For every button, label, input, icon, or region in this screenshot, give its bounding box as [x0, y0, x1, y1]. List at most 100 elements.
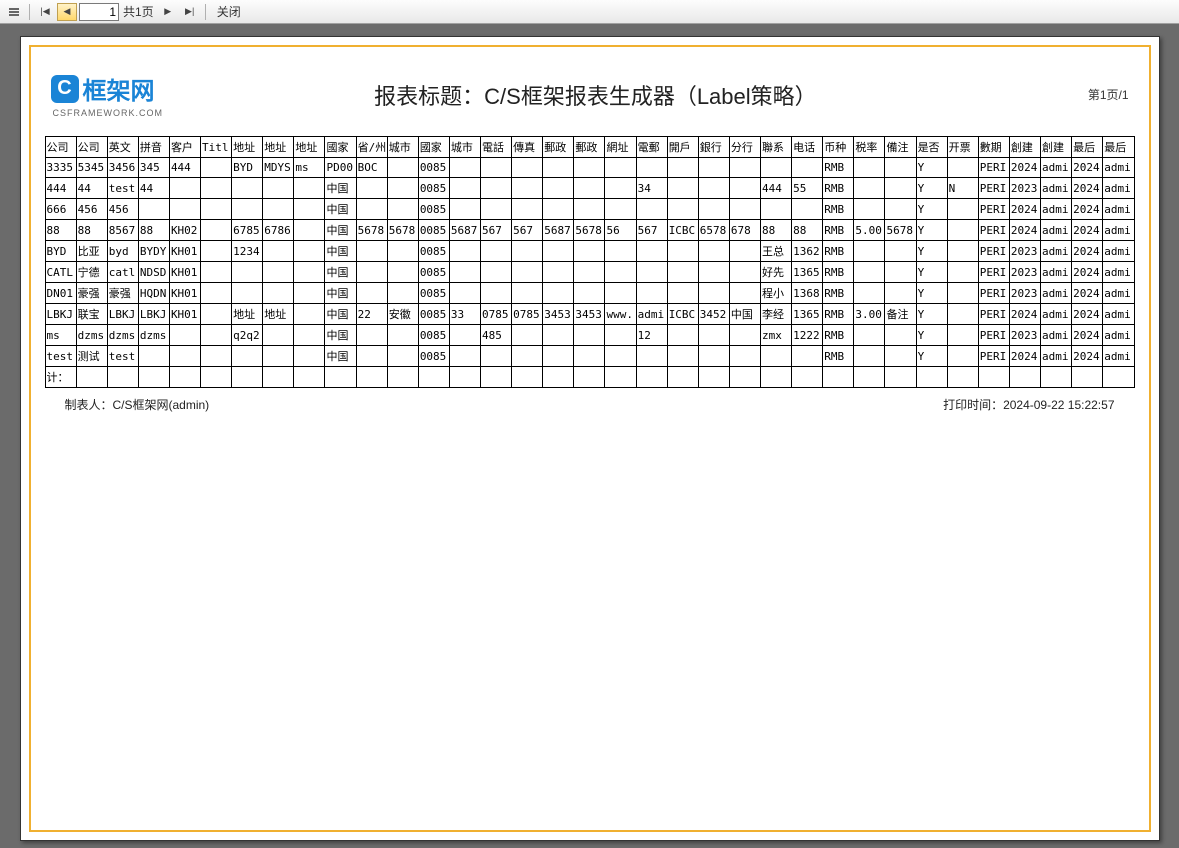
next-page-button[interactable]: ▶: [158, 3, 178, 21]
table-header-cell: 公司: [76, 137, 107, 158]
table-cell: [201, 367, 232, 388]
table-cell: admi: [1103, 304, 1134, 325]
table-cell: [605, 346, 636, 367]
next-icon: ▶: [164, 7, 171, 16]
table-row: DN01豪强豪强HQDNKH01中国0085程小1368RMBYPERI2023…: [45, 283, 1134, 304]
table-cell: [232, 346, 263, 367]
table-cell: [543, 346, 574, 367]
footer-print-time: 打印时间：2024-09-22 15:22:57: [943, 396, 1114, 413]
table-cell: [698, 262, 729, 283]
table-cell: [481, 199, 512, 220]
table-cell: RMB: [823, 325, 854, 346]
table-cell: 5678: [356, 220, 387, 241]
table-cell: dzms: [107, 325, 138, 346]
table-cell: KH01: [169, 241, 200, 262]
table-cell: [605, 241, 636, 262]
table-cell: [947, 262, 978, 283]
table-cell: LBKJ: [45, 304, 76, 325]
table-cell: 44: [76, 178, 107, 199]
toolbar-separator: [29, 4, 30, 20]
report-header: C 框架网 CSFRAMEWORK.COM 报表标题：C/S框架报表生成器（La…: [45, 71, 1135, 118]
table-cell: [294, 283, 325, 304]
prev-page-button[interactable]: ◀: [57, 3, 77, 21]
table-cell: [481, 241, 512, 262]
prev-icon: ◀: [64, 7, 71, 16]
table-cell: 55: [792, 178, 823, 199]
table-cell: [263, 283, 294, 304]
table-cell: 5678: [574, 220, 605, 241]
table-cell: [449, 367, 480, 388]
table-cell: 3453: [574, 304, 605, 325]
table-cell: [294, 346, 325, 367]
table-cell: 测试: [76, 346, 107, 367]
table-header-cell: 最后: [1103, 137, 1134, 158]
table-row: 8888856788KH0267856786中国5678567800855687…: [45, 220, 1134, 241]
table-cell: [201, 178, 232, 199]
table-cell: [729, 241, 760, 262]
table-cell: Y: [916, 325, 947, 346]
table-cell: [387, 158, 418, 178]
table-cell: test: [107, 346, 138, 367]
table-cell: 88: [761, 220, 792, 241]
table-cell: 备注: [885, 304, 916, 325]
table-cell: [263, 325, 294, 346]
table-cell: [761, 158, 792, 178]
table-cell: 1234: [232, 241, 263, 262]
table-cell: [636, 199, 667, 220]
table-cell: [232, 199, 263, 220]
table-cell: 中国: [325, 346, 356, 367]
table-cell: PERI: [978, 325, 1009, 346]
table-row: 333553453456345444BYDMDYSmsPD00BOC0085RM…: [45, 158, 1134, 178]
table-cell: [263, 367, 294, 388]
table-cell: [449, 325, 480, 346]
table-cell: [947, 304, 978, 325]
toggle-panel-button[interactable]: [4, 3, 24, 21]
table-cell: 李经: [761, 304, 792, 325]
table-cell: PERI: [978, 178, 1009, 199]
table-cell: [543, 241, 574, 262]
table-header-cell: 公司: [45, 137, 76, 158]
table-cell: [263, 199, 294, 220]
table-cell: [201, 158, 232, 178]
page-number-input[interactable]: [79, 3, 119, 21]
table-summary-row: 计：: [45, 367, 1134, 388]
close-button[interactable]: 关闭: [211, 3, 247, 20]
table-cell: zmx: [761, 325, 792, 346]
table-cell: [263, 346, 294, 367]
table-cell: 王总: [761, 241, 792, 262]
table-cell: CATL: [45, 262, 76, 283]
table-cell: [169, 199, 200, 220]
table-cell: [294, 241, 325, 262]
table-cell: admi: [1103, 199, 1134, 220]
table-cell: [201, 241, 232, 262]
table-cell: [449, 346, 480, 367]
table-cell: [294, 367, 325, 388]
table-cell: 56: [605, 220, 636, 241]
table-cell: [481, 262, 512, 283]
table-cell: [543, 178, 574, 199]
table-cell: admi: [1103, 241, 1134, 262]
table-cell: PERI: [978, 304, 1009, 325]
table-cell: PERI: [978, 220, 1009, 241]
table-row: CATL宁德catlNDSDKH01中国0085好先1365RMBYPERI20…: [45, 262, 1134, 283]
table-cell: [885, 367, 916, 388]
table-cell: BOC: [356, 158, 387, 178]
table-cell: 中国: [325, 199, 356, 220]
table-cell: [916, 367, 947, 388]
table-cell: [636, 262, 667, 283]
table-cell: 豪强: [76, 283, 107, 304]
table-cell: [667, 262, 698, 283]
table-cell: 中国: [729, 304, 760, 325]
table-cell: [263, 262, 294, 283]
table-cell: RMB: [823, 241, 854, 262]
table-cell: [481, 346, 512, 367]
last-page-button[interactable]: ▶|: [180, 3, 200, 21]
table-cell: admi: [1041, 346, 1072, 367]
table-cell: [947, 241, 978, 262]
table-cell: [512, 367, 543, 388]
table-cell: ms: [45, 325, 76, 346]
first-page-button[interactable]: |◀: [35, 3, 55, 21]
first-icon: |◀: [40, 7, 49, 16]
table-cell: 2024: [1072, 199, 1103, 220]
table-cell: [356, 178, 387, 199]
